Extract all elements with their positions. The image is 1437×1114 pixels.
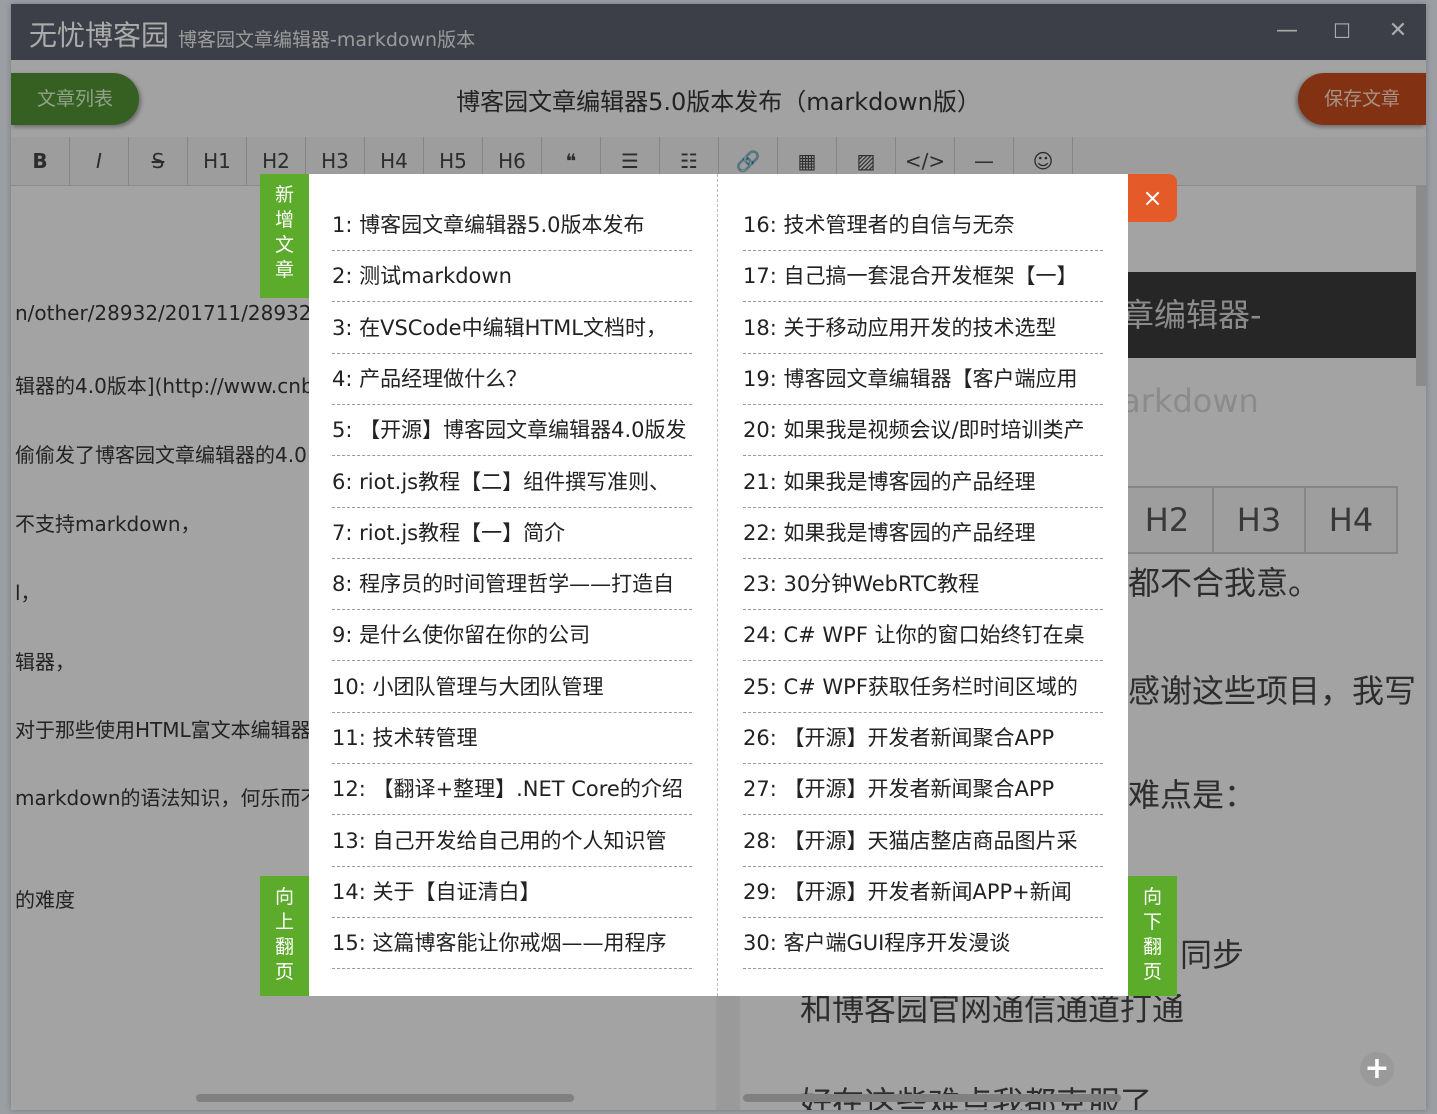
article-list-item[interactable]: 14: 关于【自证清白】 [332, 867, 692, 918]
article-list-item[interactable]: 13: 自己开发给自己用的个人知识管 [332, 816, 692, 867]
article-list-item[interactable]: 30: 客户端GUI程序开发漫谈 [743, 918, 1103, 970]
zoom-in-icon[interactable]: + [1360, 1052, 1394, 1086]
article-list-item[interactable]: 11: 技术转管理 [332, 713, 692, 764]
close-modal-button[interactable]: × [1128, 174, 1177, 222]
tab-label: 新增文章 [274, 184, 294, 281]
article-list-item[interactable]: 28: 【开源】天猫店整店商品图片采 [743, 816, 1103, 867]
article-list-item[interactable]: 5: 【开源】博客园文章编辑器4.0版发 [332, 405, 692, 457]
article-list-item[interactable]: 23: 30分钟WebRTC教程 [743, 559, 1103, 611]
article-list-item[interactable]: 9: 是什么使你留在你的公司 [332, 610, 692, 662]
article-list-item[interactable]: 24: C# WPF 让你的窗口始终钉在桌 [743, 610, 1103, 662]
next-page-tab[interactable]: 向下翻页 [1128, 876, 1177, 996]
article-list-item[interactable]: 19: 博客园文章编辑器【客户端应用 [743, 354, 1103, 405]
article-list-item[interactable]: 10: 小团队管理与大团队管理 [332, 662, 692, 713]
tab-label: 向下翻页 [1142, 886, 1162, 983]
prev-page-tab[interactable]: 向上翻页 [260, 876, 309, 996]
article-list-item[interactable]: 29: 【开源】开发者新闻APP+新闻 [743, 867, 1103, 918]
article-list-item[interactable]: 22: 如果我是博客园的产品经理 [743, 508, 1103, 559]
article-list-item[interactable]: 6: riot.js教程【二】组件撰写准则、 [332, 457, 692, 508]
article-list-item[interactable]: 18: 关于移动应用开发的技术选型 [743, 303, 1103, 354]
article-list-item[interactable]: 17: 自己搞一套混合开发框架【一】 [743, 251, 1103, 303]
tab-label: 向上翻页 [274, 886, 294, 983]
column-divider [717, 174, 718, 996]
article-list-item[interactable]: 15: 这篇博客能让你戒烟——用程序 [332, 918, 692, 970]
article-list-item[interactable]: 8: 程序员的时间管理哲学——打造自 [332, 559, 692, 611]
article-list-item[interactable]: 27: 【开源】开发者新闻聚合APP [743, 764, 1103, 816]
article-list-item[interactable]: 25: C# WPF获取任务栏时间区域的 [743, 662, 1103, 713]
article-list-item[interactable]: 1: 博客园文章编辑器5.0版本发布 [332, 200, 692, 251]
article-list-item[interactable]: 12: 【翻译+整理】.NET Core的介绍 [332, 764, 692, 816]
article-list-item[interactable]: 7: riot.js教程【一】简介 [332, 508, 692, 559]
article-list-item[interactable]: 16: 技术管理者的自信与无奈 [743, 200, 1103, 251]
article-list-item[interactable]: 2: 测试markdown [332, 251, 692, 303]
new-article-tab[interactable]: 新增文章 [260, 174, 309, 298]
article-list-item[interactable]: 3: 在VSCode中编辑HTML文档时， [332, 303, 692, 354]
article-list-item[interactable]: 4: 产品经理做什么？ [332, 354, 692, 405]
article-list-modal: 1: 博客园文章编辑器5.0版本发布 2: 测试markdown 3: 在VSCod… [309, 174, 1128, 996]
article-list-item[interactable]: 21: 如果我是博客园的产品经理 [743, 457, 1103, 508]
article-list-item[interactable]: 20: 如果我是视频会议/即时培训类产 [743, 405, 1103, 457]
article-list-item[interactable]: 26: 【开源】开发者新闻聚合APP [743, 713, 1103, 764]
